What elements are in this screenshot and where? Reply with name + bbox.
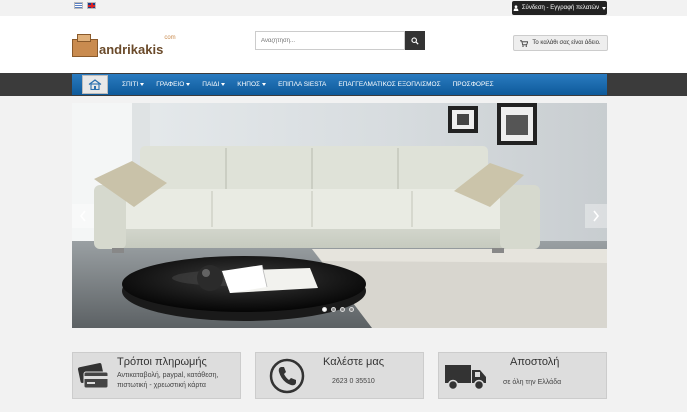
- payment-line-1: Αντικαταβολή, paypal, κατάθεση,: [117, 372, 219, 379]
- cart-button[interactable]: Το καλάθι σας είναι άδειο.: [513, 35, 608, 51]
- english-flag-icon[interactable]: [87, 2, 96, 9]
- nav-item-label: ΓΡΑΦΕΙΟ: [156, 81, 185, 88]
- site-logo[interactable]: andrikakis com: [72, 34, 176, 57]
- search-form: [255, 31, 425, 50]
- site-header: andrikakis com Το καλάθι σας είναι άδειο…: [0, 16, 687, 73]
- chevron-right-icon: [593, 210, 600, 222]
- nav-item-label: ΠΡΟΣΦΟΡΕΣ: [452, 81, 494, 88]
- logo-text: andrikakis: [99, 42, 164, 57]
- search-input[interactable]: [255, 31, 405, 50]
- nav-item-label: ΣΠΙΤΙ: [122, 81, 139, 88]
- nav-item-office[interactable]: ΓΡΑΦΕΙΟ: [150, 81, 196, 88]
- credit-card-icon: [77, 363, 109, 389]
- nav-items: ΣΠΙΤΙ ΓΡΑΦΕΙΟ ΠΑΙΔΙ ΚΗΠΟΣ ΕΠΙΠΛΑ SIESTA …: [116, 81, 500, 88]
- chevron-down-icon: [221, 83, 226, 86]
- payment-title: Τρόποι πληρωμής: [117, 356, 207, 368]
- nav-item-kids[interactable]: ΠΑΙΔΙ: [196, 81, 231, 88]
- payment-line-2: πιστωτική - χρεωστική κάρτα: [117, 382, 206, 389]
- search-icon: [411, 36, 419, 45]
- delivery-truck-icon: [445, 365, 486, 391]
- slider-pagination: [322, 307, 354, 312]
- slider-next-button[interactable]: [585, 204, 607, 228]
- logo-suffix: com: [164, 35, 176, 41]
- slider-dot[interactable]: [331, 307, 336, 312]
- chevron-down-icon: [262, 83, 267, 86]
- main-navigation: ΣΠΙΤΙ ΓΡΑΦΕΙΟ ΠΑΙΔΙ ΚΗΠΟΣ ΕΠΙΠΛΑ SIESTA …: [0, 73, 687, 96]
- chevron-down-icon: [186, 83, 191, 86]
- nav-item-garden[interactable]: ΚΗΠΟΣ: [231, 81, 272, 88]
- shipping-title: Αποστολή: [510, 356, 560, 368]
- nav-item-label: ΕΠΙΠΛΑ SIESTA: [278, 81, 327, 88]
- cart-icon: [520, 39, 529, 47]
- nav-item-offers[interactable]: ΠΡΟΣΦΟΡΕΣ: [447, 81, 500, 88]
- login-label: Σύνδεση - Εγγραφή πελατών: [521, 5, 600, 11]
- slider-dot[interactable]: [349, 307, 354, 312]
- nav-item-professional[interactable]: ΕΠΑΓΓΕΛΜΑΤΙΚΟΣ ΕΞΟΠΛΙΣΜΟΣ: [332, 81, 446, 88]
- nav-bar: ΣΠΙΤΙ ΓΡΑΦΕΙΟ ΠΑΙΔΙ ΚΗΠΟΣ ΕΠΙΠΛΑ SIESTA …: [72, 74, 607, 95]
- logo-box-icon: [72, 34, 98, 57]
- chevron-down-icon: [602, 6, 607, 10]
- phone-number[interactable]: 2623 0 35510: [332, 377, 375, 386]
- login-button[interactable]: Σύνδεση - Εγγραφή πελατών: [512, 1, 607, 15]
- user-icon: [513, 5, 519, 11]
- nav-item-label: ΚΗΠΟΣ: [237, 81, 261, 88]
- top-bar: Σύνδεση - Εγγραφή πελατών: [0, 0, 687, 16]
- language-selector: [74, 2, 96, 9]
- call-us-title: Καλέστε μας: [323, 356, 385, 368]
- nav-item-label: ΕΠΑΓΓΕΛΜΑΤΙΚΟΣ ΕΞΟΠΛΙΣΜΟΣ: [338, 81, 441, 88]
- slider-dot[interactable]: [340, 307, 345, 312]
- shipping-box[interactable]: Αποστολή σε όλη την Ελλάδα: [438, 352, 607, 399]
- hero-slider[interactable]: [72, 103, 607, 328]
- nav-item-siesta[interactable]: ΕΠΙΠΛΑ SIESTA: [272, 81, 332, 88]
- cart-label: Το καλάθι σας είναι άδειο.: [532, 40, 601, 46]
- nav-home-button[interactable]: [82, 75, 108, 94]
- slider-prev-button[interactable]: [72, 204, 94, 228]
- slider-dot[interactable]: [322, 307, 327, 312]
- payment-methods-box[interactable]: Τρόποι πληρωμής Αντικαταβολή, paypal, κα…: [72, 352, 241, 399]
- home-icon: [88, 79, 102, 90]
- greek-flag-icon[interactable]: [74, 2, 83, 9]
- nav-item-home[interactable]: ΣΠΙΤΙ: [116, 81, 150, 88]
- living-room-sofa-image: [72, 103, 607, 328]
- chevron-down-icon: [140, 83, 145, 86]
- chevron-left-icon: [79, 210, 86, 222]
- phone-icon: [269, 358, 305, 394]
- nav-item-label: ΠΑΙΔΙ: [202, 81, 220, 88]
- shipping-subtitle: σε όλη την Ελλάδα: [503, 379, 562, 386]
- call-us-box[interactable]: Καλέστε μας 2623 0 35510: [255, 352, 424, 399]
- search-button[interactable]: [405, 31, 425, 50]
